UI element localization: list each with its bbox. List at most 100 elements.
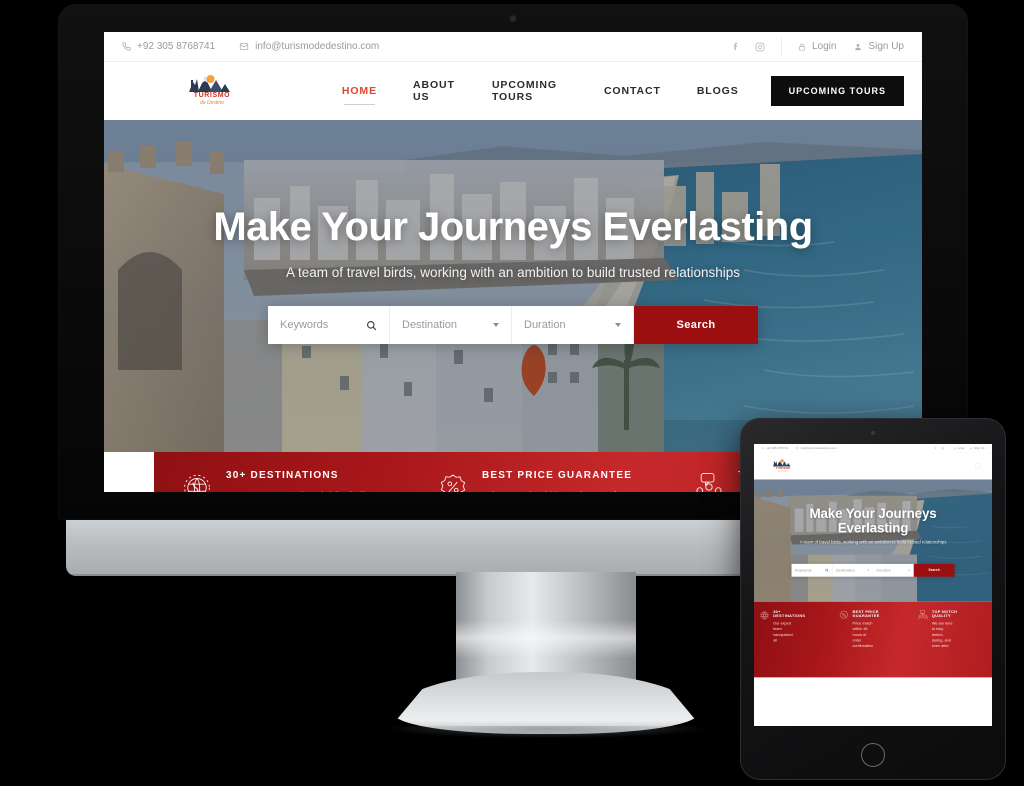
webcam-dot-icon <box>510 16 516 21</box>
nav-item-contact[interactable]: Contact <box>604 85 661 97</box>
nav-item-upcoming-tours[interactable]: Upcoming Tours <box>492 79 568 103</box>
user-icon <box>970 447 973 450</box>
support-team-icon <box>917 609 929 648</box>
hero-section: Make Your Journeys Everlasting A team of… <box>104 120 922 452</box>
email-address: info@turismodedestino.com <box>800 446 837 450</box>
auth-links: Login Sign Up <box>949 447 984 450</box>
stand-shadow <box>388 726 704 738</box>
site-logo[interactable]: TURISMO de Destino <box>186 71 232 111</box>
phone-icon <box>122 42 131 51</box>
globe-icon <box>759 609 771 643</box>
destination-placeholder-text: Destination <box>402 319 458 332</box>
nav-links: Home About Us Upcoming Tours Contact Blo… <box>342 79 739 105</box>
feature-body: Price match within 48 hours of order con… <box>482 489 632 492</box>
discount-badge-icon <box>436 470 470 492</box>
duration-select[interactable]: Duration <box>512 306 634 345</box>
logo-tagline: de Destino <box>200 100 224 106</box>
mountain-sun-logo-icon <box>189 75 230 92</box>
feature-body: We are here to help, before, during, and… <box>931 620 953 648</box>
social-links <box>715 41 781 52</box>
mountain-sun-logo-icon <box>773 459 791 467</box>
facebook-icon[interactable] <box>731 41 741 52</box>
lock-icon <box>953 447 956 450</box>
nav-item-about-us[interactable]: About Us <box>413 79 456 103</box>
tablet-device: +92 305 8768741 info@turismodedestino.co… <box>740 418 1006 780</box>
phone-icon <box>761 447 765 450</box>
nav-item-blogs[interactable]: Blogs <box>697 85 739 97</box>
phone-number: +92 305 8768741 <box>765 446 789 450</box>
signup-link[interactable]: Sign Up <box>970 447 984 450</box>
hero-title: Make Your Journeys Everlasting <box>213 205 813 249</box>
destination-placeholder-text: Destination <box>835 568 855 573</box>
keywords-placeholder-text: Keywords <box>795 568 812 573</box>
phone-contact[interactable]: +92 305 8768741 <box>761 446 789 450</box>
hamburger-menu-icon[interactable] <box>975 463 981 469</box>
chevron-down-icon <box>867 569 870 571</box>
feature-body: Price match within 48 hours of order con… <box>852 620 874 648</box>
feature-best-price: Best Price Guarantee Price match within … <box>410 470 666 492</box>
email-contact[interactable]: info@turismodedestino.com <box>239 41 379 52</box>
monitor-stand-base <box>394 672 698 734</box>
duration-select[interactable]: Duration <box>873 563 914 577</box>
feature-body: Our expert team handpicked all <box>773 620 793 643</box>
feature-body: Our expert team handpicked all <box>226 489 365 492</box>
logo-wordmark: TURISMO <box>193 92 231 99</box>
lock-icon <box>798 42 806 52</box>
signup-label: Sign Up <box>974 446 985 450</box>
feature-top-notch-quality: Top Notch Quality We are here to help, b… <box>913 609 992 648</box>
mobile-navbar: TURISMO de Destino <box>754 452 992 480</box>
webcam-dot-icon <box>871 431 875 435</box>
main-navbar: TURISMO de Destino Home About Us Upcomin… <box>104 62 922 120</box>
chevron-down-icon <box>908 569 910 571</box>
login-link[interactable]: Login <box>798 41 836 52</box>
feature-title: 30+ Destinations <box>773 609 806 619</box>
site-logo[interactable]: TURISMO de Destino <box>772 458 794 475</box>
destination-select[interactable]: Destination <box>832 563 874 577</box>
facebook-icon[interactable] <box>934 447 937 450</box>
phone-number: +92 305 8768741 <box>137 41 216 52</box>
hero-subtitle: A team of travel birds, working with an … <box>799 539 947 545</box>
device-mockup-scene: +92 305 8768741 info@turismodedestino.co… <box>0 0 1024 786</box>
hero-title: Make Your Journeys Everlasting <box>809 505 937 536</box>
nav-item-home[interactable]: Home <box>342 85 377 105</box>
auth-links: Login Sign Up <box>782 41 904 52</box>
feature-title: Best Price Guarantee <box>481 470 633 481</box>
search-icon <box>366 320 377 331</box>
tablet-screen: +92 305 8768741 info@turismodedestino.co… <box>754 444 992 726</box>
social-links <box>929 446 948 450</box>
email-contact[interactable]: info@turismodedestino.com <box>795 446 837 450</box>
login-link[interactable]: Login <box>953 447 965 450</box>
phone-contact[interactable]: +92 305 8768741 <box>122 41 215 52</box>
feature-best-price: Best Price Guarantee Price match within … <box>833 609 912 648</box>
hero-content: Make Your Journeys Everlasting A team of… <box>754 480 992 602</box>
keywords-input[interactable]: Keywords <box>791 563 833 577</box>
search-button[interactable]: Search <box>634 306 758 345</box>
hero-section: Make Your Journeys Everlasting A team of… <box>754 479 992 602</box>
email-address: info@turismodedestino.com <box>255 41 380 52</box>
feature-title: Best Price Guarantee <box>852 609 880 619</box>
chevron-down-icon <box>493 323 499 328</box>
feature-destinations: 30+ Destinations Our expert team handpic… <box>754 609 833 643</box>
search-button[interactable]: Search <box>913 563 955 577</box>
instagram-icon[interactable] <box>755 42 765 52</box>
home-button-icon[interactable] <box>861 743 885 767</box>
tablet-viewport: +92 305 8768741 info@turismodedestino.co… <box>754 444 992 726</box>
upcoming-tours-cta-button[interactable]: Upcoming Tours <box>770 76 904 106</box>
feature-title: 30+ Destinations <box>226 470 339 481</box>
logo-tagline: de Destino <box>778 470 788 473</box>
tour-search-bar: Keywords Destination Duration Search <box>791 563 955 577</box>
feature-title: Top Notch Quality <box>931 609 958 619</box>
utility-topbar: +92 305 8768741 info@turismodedestino.co… <box>104 32 922 62</box>
utility-topbar: +92 305 8768741 info@turismodedestino.co… <box>754 444 992 453</box>
keywords-placeholder-text: Keywords <box>280 319 329 332</box>
search-icon <box>825 568 829 572</box>
signup-link[interactable]: Sign Up <box>854 41 904 52</box>
signup-label: Sign Up <box>868 41 904 52</box>
website-mobile: +92 305 8768741 info@turismodedestino.co… <box>754 444 992 726</box>
instagram-icon[interactable] <box>941 446 944 450</box>
chevron-down-icon <box>615 323 621 328</box>
duration-placeholder-text: Duration <box>524 319 566 332</box>
keywords-input[interactable]: Keywords <box>268 306 390 345</box>
destination-select[interactable]: Destination <box>390 306 512 345</box>
feature-destinations: 30+ Destinations Our expert team handpic… <box>154 470 410 492</box>
